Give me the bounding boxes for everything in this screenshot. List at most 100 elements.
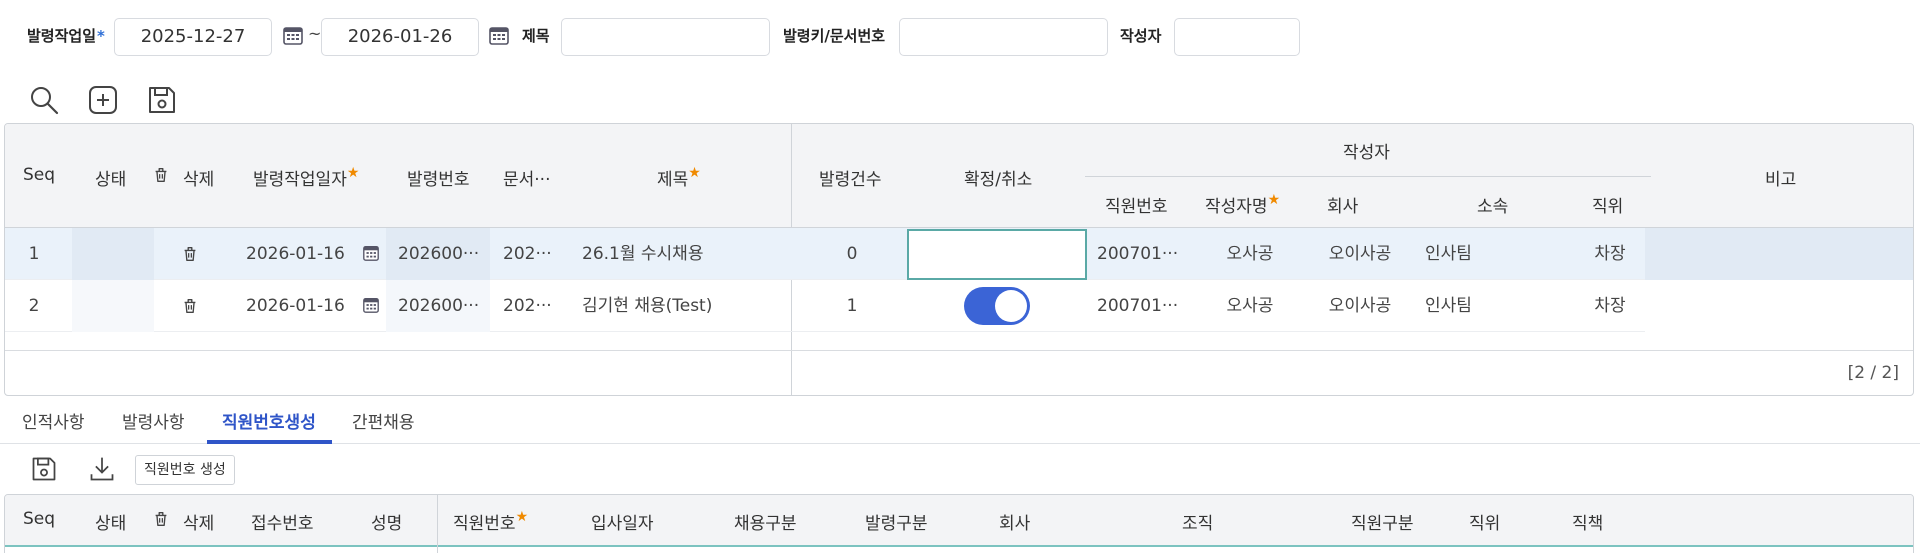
col-delete: 삭제 [183,170,215,190]
download-icon[interactable] [88,455,116,483]
seq-cell: 2 [28,296,40,316]
col-delete: 삭제 [183,514,215,534]
status-cell [72,228,154,280]
appt-no-cell: 202600··· [398,244,480,264]
key-label: 발령키/문서번호 [783,27,886,45]
author-input[interactable] [1174,18,1300,56]
col-doc: 문서··· [503,170,551,190]
emp-no-grid: Seq 상태 삭제 접수번호 성명 직원번호★ 입사일자 채용구분 발령구분 회… [4,494,1914,553]
title-input[interactable] [561,18,770,56]
page-count: [2 / 2] [1847,363,1899,383]
col-author-name: 작성자명★ [1205,192,1281,217]
calendar-icon[interactable] [282,24,304,46]
generate-emp-no-button[interactable]: 직원번호 생성 [135,455,235,485]
save-icon[interactable] [30,455,58,483]
col-duty: 직책 [1572,514,1604,534]
col-name: 성명 [371,514,403,534]
tab-appointment-info[interactable]: 발령사항 [122,408,185,433]
search-icon[interactable] [28,84,60,116]
col-position: 직위 [1592,197,1624,217]
col-remark: 비고 [1765,170,1797,190]
add-icon[interactable] [87,84,119,116]
detail-tabs: 인적사항 발령사항 직원번호생성 간편채용 [0,400,1920,444]
count-cell: 1 [846,296,858,316]
table-row[interactable]: 2 2026-01-16 202600··· 202··· 김기현 채용(Tes… [5,280,1913,332]
company-cell: 오이사공 [1328,296,1392,316]
date-cell[interactable]: 2026-01-16 [246,280,345,332]
col-title: 제목★ [657,165,701,190]
seq-cell: 1 [28,244,40,264]
remark-cell-bg [1645,280,1913,332]
title-label: 제목 [522,27,550,45]
col-work-date: 발령작업일자★ [253,165,360,190]
table-row[interactable]: 1 2026-01-16 202600··· 202··· 26.1월 수시채용… [5,228,1913,280]
date-to-input[interactable]: 2026-01-26 [321,18,479,56]
col-company: 회사 [999,514,1031,534]
company-cell: 오이사공 [1328,244,1392,264]
calendar-icon[interactable] [488,24,510,46]
col-seq: Seq [23,165,56,185]
dept-cell: 인사팀 [1425,244,1472,264]
date-range-tilde: ~ [308,24,322,43]
col-join-date: 입사일자 [591,514,654,534]
col-seq: Seq [23,509,56,529]
save-icon[interactable] [146,84,178,116]
tab-personal-info[interactable]: 인적사항 [22,408,85,433]
position-cell: 차장 [1594,244,1626,264]
key-input[interactable] [899,18,1108,56]
group-divider [1085,176,1651,177]
calendar-icon[interactable] [362,244,380,264]
trash-icon[interactable] [151,166,171,189]
appointment-grid: Seq 상태 삭제 발령작업일자★ 발령번호 문서··· 제목★ 발령건수 확정… [4,123,1914,396]
col-emp-no: 직원번호 [1105,197,1168,217]
col-company: 회사 [1327,197,1359,217]
author-name-cell: 오사공 [1226,296,1274,316]
position-cell: 차장 [1594,296,1626,316]
grid-header: Seq 상태 삭제 접수번호 성명 직원번호★ 입사일자 채용구분 발령구분 회… [5,495,1913,553]
doc-cell: 202··· [503,244,552,264]
col-hire-type: 채용구분 [734,514,797,534]
tab-emp-no-generate[interactable]: 직원번호생성 [222,408,316,433]
frozen-divider [437,495,438,553]
col-org: 조직 [1182,514,1214,534]
grid-header: Seq 상태 삭제 발령작업일자★ 발령번호 문서··· 제목★ 발령건수 확정… [5,124,1913,395]
toggle-knob [995,290,1027,322]
count-cell: 0 [846,244,858,264]
date-label: 발령작업일* [27,27,105,45]
tab-simple-hire[interactable]: 간편채용 [352,408,415,433]
author-name-cell: 오사공 [1226,244,1274,264]
status-cell [72,280,154,332]
col-confirm: 확정/취소 [964,170,1033,190]
grid-footer-line [5,350,1913,351]
emp-no-cell: 200701··· [1097,296,1179,316]
trash-icon[interactable] [151,510,171,533]
title-cell: 김기현 채용(Test) [582,296,713,316]
date-cell[interactable]: 2026-01-16 [246,228,345,280]
col-emp-type: 직원구분 [1351,514,1414,534]
col-dept: 소속 [1477,197,1509,217]
col-appt-no: 발령번호 [407,170,470,190]
col-author-group: 작성자 [1343,143,1390,163]
calendar-icon[interactable] [362,296,380,316]
active-tab-indicator [207,440,332,444]
appt-no-cell: 202600··· [398,296,480,316]
confirm-edit-cell[interactable] [907,229,1087,280]
author-label: 작성자 [1120,27,1162,45]
col-appt-type: 발령구분 [865,514,928,534]
date-from-input[interactable]: 2025-12-27 [114,18,272,56]
col-status: 상태 [95,170,127,190]
col-emp-no: 직원번호★ [453,509,529,534]
doc-cell: 202··· [503,296,552,316]
col-position: 직위 [1469,514,1501,534]
trash-icon[interactable] [181,297,199,317]
remark-cell-bg [1645,228,1913,280]
col-count: 발령건수 [819,170,882,190]
emp-no-cell: 200701··· [1097,244,1179,264]
title-cell: 26.1월 수시채용 [582,244,704,264]
confirm-toggle[interactable] [964,287,1030,325]
col-status: 상태 [95,514,127,534]
col-receipt-no: 접수번호 [251,514,314,534]
trash-icon[interactable] [181,245,199,265]
dept-cell: 인사팀 [1425,296,1472,316]
search-bar: 발령작업일* 2025-12-27 ~ 2026-01-26 제목 발령키/문서… [0,0,1920,72]
